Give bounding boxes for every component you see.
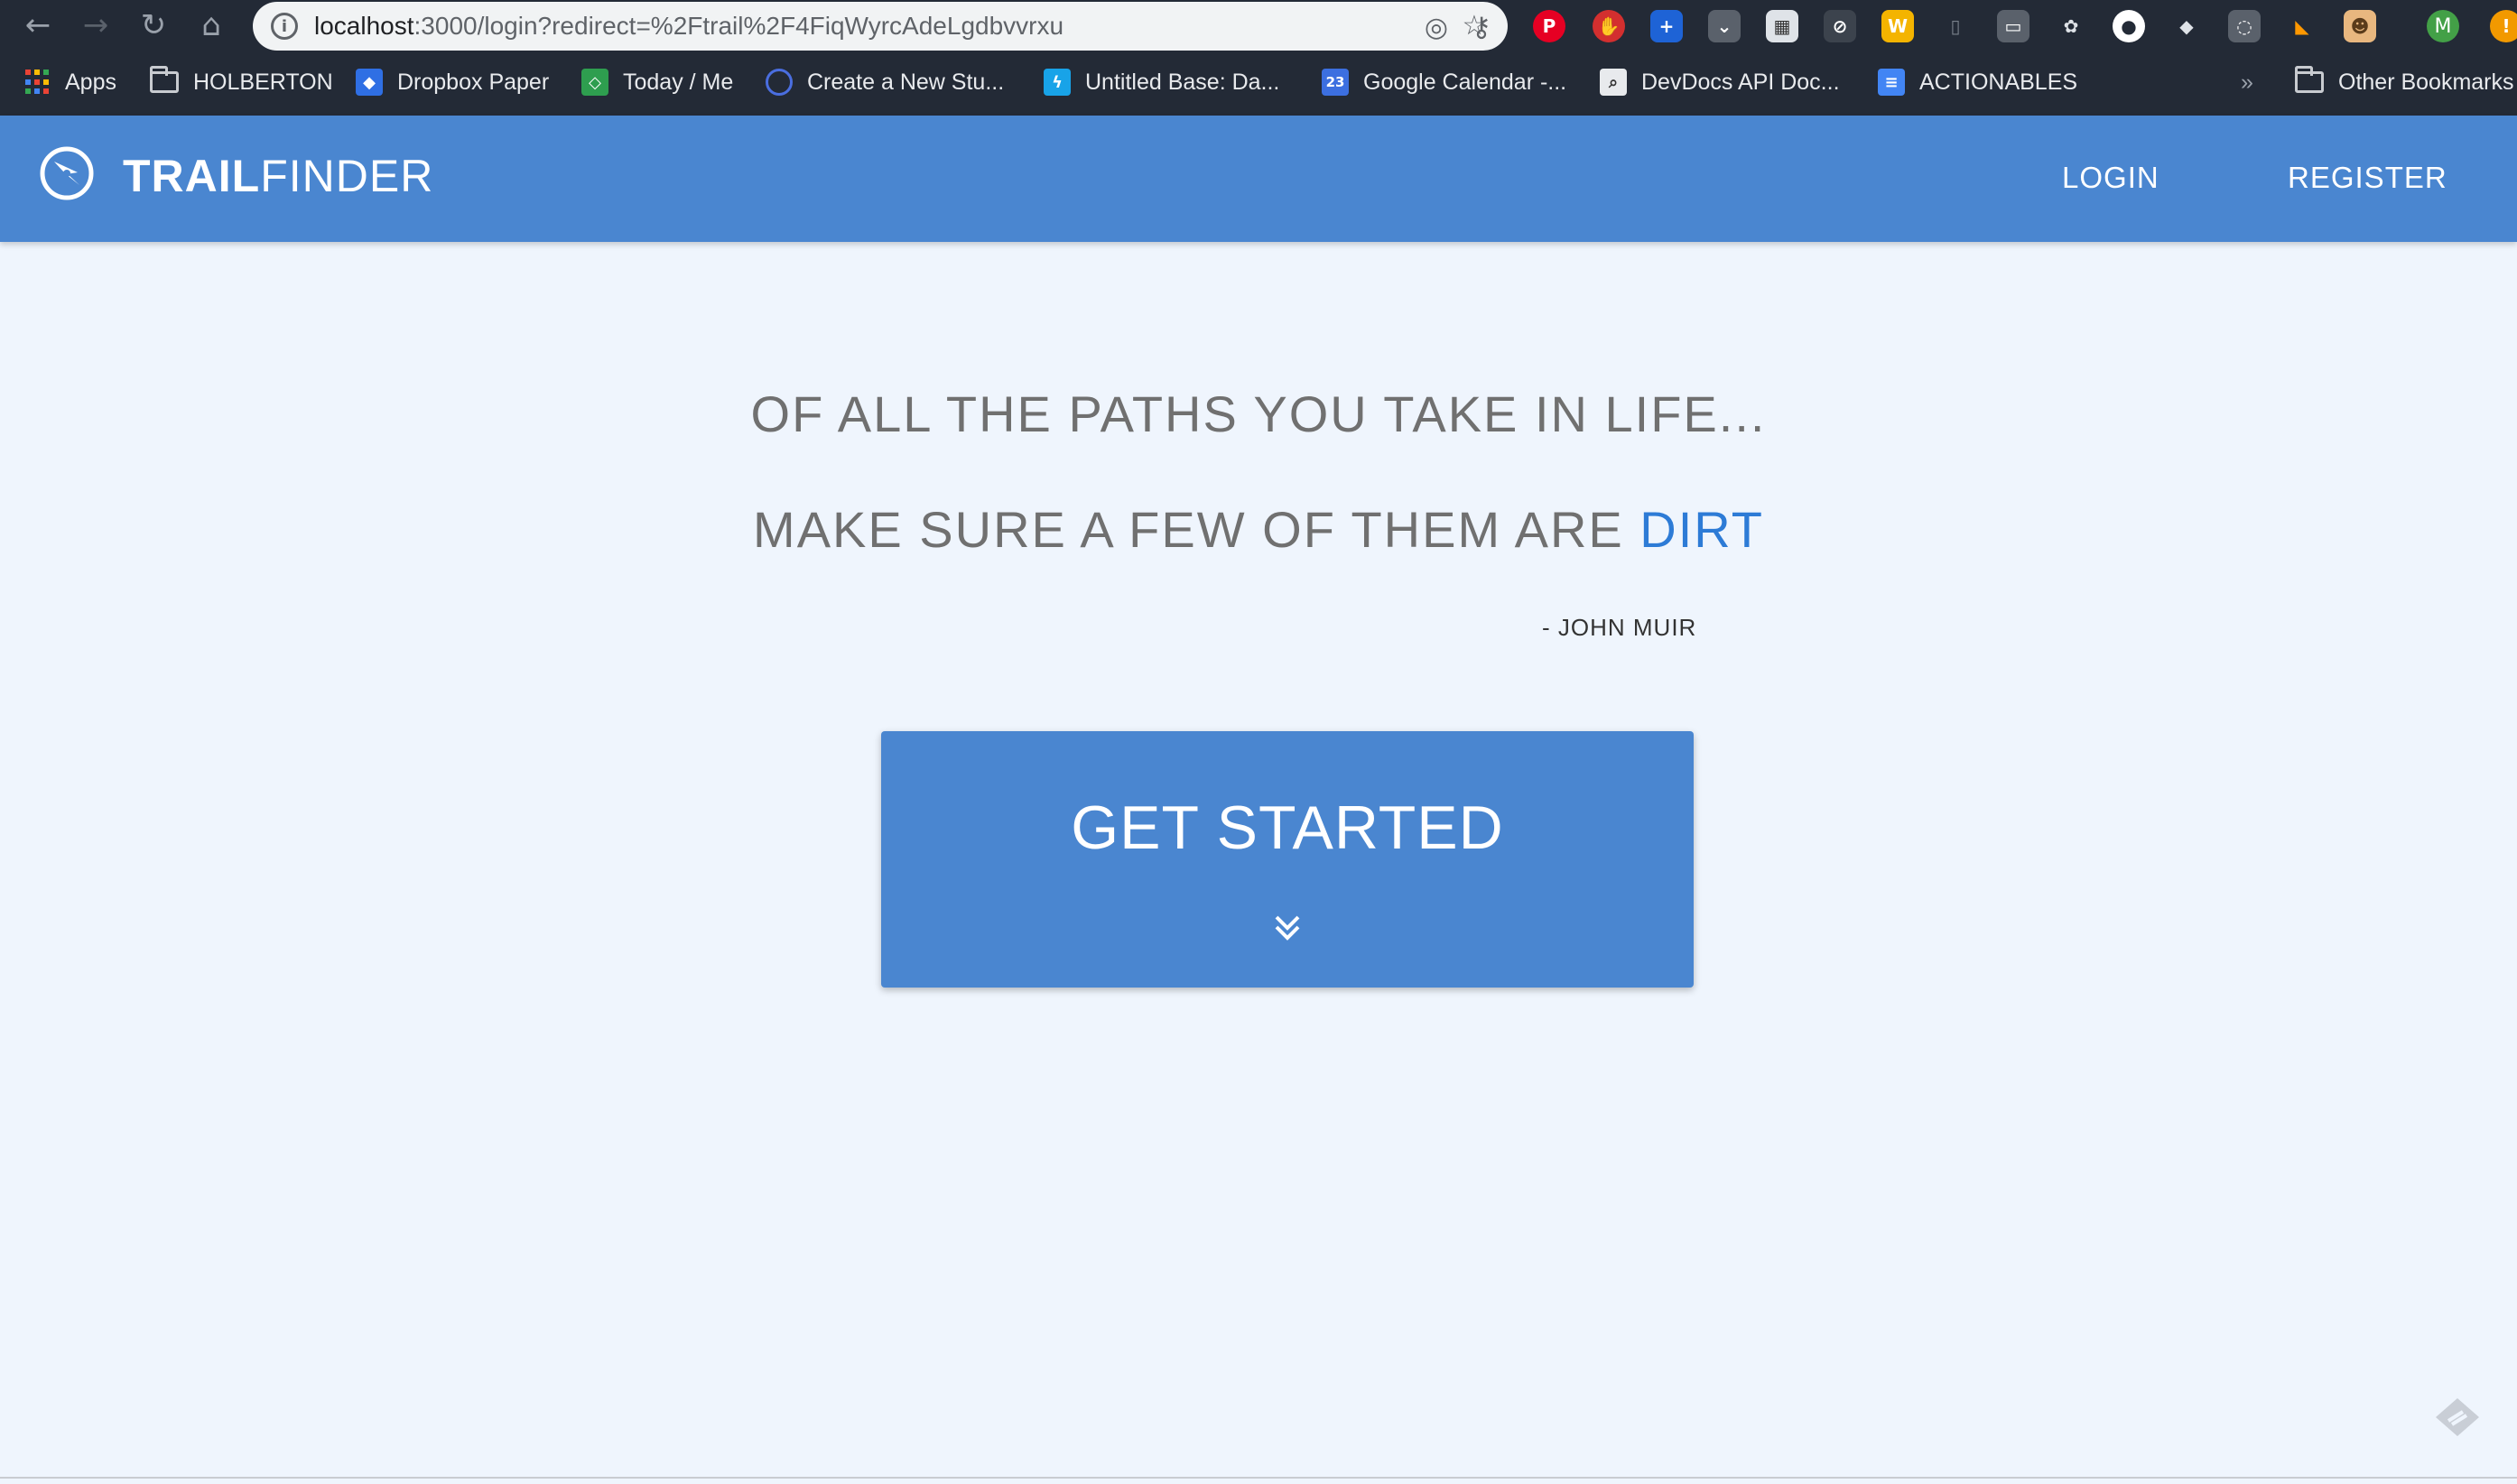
bookmark-holberton[interactable]: HOLBERTON [150,60,333,105]
bookmark-label: Dropbox Paper [397,69,550,95]
pocket-extension-icon[interactable]: ⌄ [1708,10,1741,42]
site-info-icon[interactable]: i [271,13,298,40]
pinterest-extension-icon[interactable]: P [1533,10,1565,42]
today-me-icon: ◇ [581,69,608,96]
calendar-plus-extension-icon[interactable]: + [1650,10,1683,42]
location-icon[interactable]: ◎ [1419,10,1454,44]
quote-author: - JOHN MUIR [1542,614,1697,641]
bookmark-label: Other Bookmarks [2338,69,2514,95]
bookmark-actionables[interactable]: ≡ ACTIONABLES [1878,60,2077,105]
no-distraction-extension-icon[interactable]: ⊘ [1824,10,1856,42]
address-bar[interactable]: i localhost:3000/login?redirect=%2Ftrail… [253,2,1508,51]
home-button[interactable]: ⌂ [190,4,233,47]
bookmark-label: DevDocs API Doc... [1641,69,1840,95]
layout-extension-icon[interactable]: ▦ [1766,10,1798,42]
face-extension-icon[interactable]: ☻ [2344,10,2376,42]
app-header: TRAILFINDER LOGIN REGISTER [0,116,2517,242]
circle-extension-icon[interactable]: ● [2113,10,2145,42]
calendar-icon: 23 [1322,69,1349,96]
double-chevron-down-icon [1275,915,1300,941]
diamond-extension-icon[interactable]: ◆ [2170,10,2203,42]
get-started-label: GET STARTED [1071,793,1504,862]
bookmarks-bar: Apps HOLBERTON ◆ Dropbox Paper ◇ Today /… [0,60,2517,105]
bookmark-label: Create a New Stu... [807,69,1005,95]
create-icon [766,69,793,96]
forward-button[interactable]: → [74,4,117,47]
register-link[interactable]: REGISTER [2288,161,2447,195]
quote-accent-word: DIRT [1639,501,1764,558]
bookmark-label: Today / Me [623,69,734,95]
bookmark-dropbox-paper[interactable]: ◆ Dropbox Paper [356,60,549,105]
bookmarks-overflow-chevron[interactable]: » [2241,60,2253,105]
devdocs-icon: ⌕ [1600,69,1627,96]
reload-button[interactable]: ↻ [132,4,175,47]
bookmark-other-bookmarks[interactable]: Other Bookmarks [2295,60,2514,105]
back-button[interactable]: ← [16,4,60,47]
login-link[interactable]: LOGIN [2062,161,2159,195]
browser-chrome: ← → ↻ ⌂ i localhost:3000/login?redirect=… [0,0,2517,116]
folder-icon [150,66,179,93]
base-icon: ϟ [1044,69,1071,96]
leaf-extension-icon[interactable]: ✿ [2055,10,2087,42]
browser-toolbar: ← → ↻ ⌂ i localhost:3000/login?redirect=… [0,0,2517,52]
url-text[interactable]: localhost:3000/login?redirect=%2Ftrail%2… [314,12,1063,41]
docs-icon: ≡ [1878,69,1905,96]
folder-icon [2295,66,2324,93]
bookmark-untitled-base[interactable]: ϟ Untitled Base: Da... [1044,60,1279,105]
bookmark-create-new-stu[interactable]: Create a New Stu... [766,60,1004,105]
screen-extension-icon[interactable]: ▭ [1997,10,2029,42]
bookmark-devdocs[interactable]: ⌕ DevDocs API Doc... [1600,60,1840,105]
bookmark-label: HOLBERTON [193,69,333,95]
quote-line-2: MAKE SURE A FEW OF THEM ARE DIRT [0,500,2517,559]
compass-logo-icon[interactable] [38,144,96,202]
bookmark-label: Google Calendar -... [1363,69,1567,95]
bulb-extension-icon[interactable]: ◌ [2228,10,2261,42]
profile-avatar[interactable]: M [2427,10,2459,42]
bookmark-extension-icon[interactable]: ▯ [1939,10,1972,42]
url-host: localhost [314,12,414,40]
quote-line-2-text: MAKE SURE A FEW OF THEM ARE [753,501,1640,558]
brand-wordmark[interactable]: TRAILFINDER [123,150,433,202]
bookmark-star-icon[interactable]: ☆ [1457,8,1491,42]
alert-extension-icon[interactable]: ! [2490,10,2517,42]
quote-line-1: OF ALL THE PATHS YOU TAKE IN LIFE... [750,385,1767,442]
adblock-extension-icon[interactable]: ✋ [1593,10,1625,42]
brand-bold: TRAIL [123,151,261,201]
apps-grid-icon [25,70,51,95]
bookmark-today-me[interactable]: ◇ Today / Me [581,60,733,105]
feedback-widget-icon[interactable] [2432,1396,2483,1439]
dropbox-icon: ◆ [356,69,383,96]
bookmark-label: Apps [65,69,116,95]
bookmark-label: Untitled Base: Da... [1085,69,1280,95]
get-started-button[interactable]: GET STARTED [881,731,1694,988]
orange-extension-icon[interactable]: ◣ [2286,10,2318,42]
w-extension-icon[interactable]: W [1881,10,1914,42]
brand-light: FINDER [260,151,434,201]
url-path: :3000/login?redirect=%2Ftrail%2F4FiqWyrc… [413,12,1064,40]
bookmark-apps[interactable]: Apps [25,60,116,105]
bookmark-label: ACTIONABLES [1919,69,2078,95]
bottom-divider [0,1477,2517,1479]
bookmark-google-calendar[interactable]: 23 Google Calendar -... [1322,60,1566,105]
